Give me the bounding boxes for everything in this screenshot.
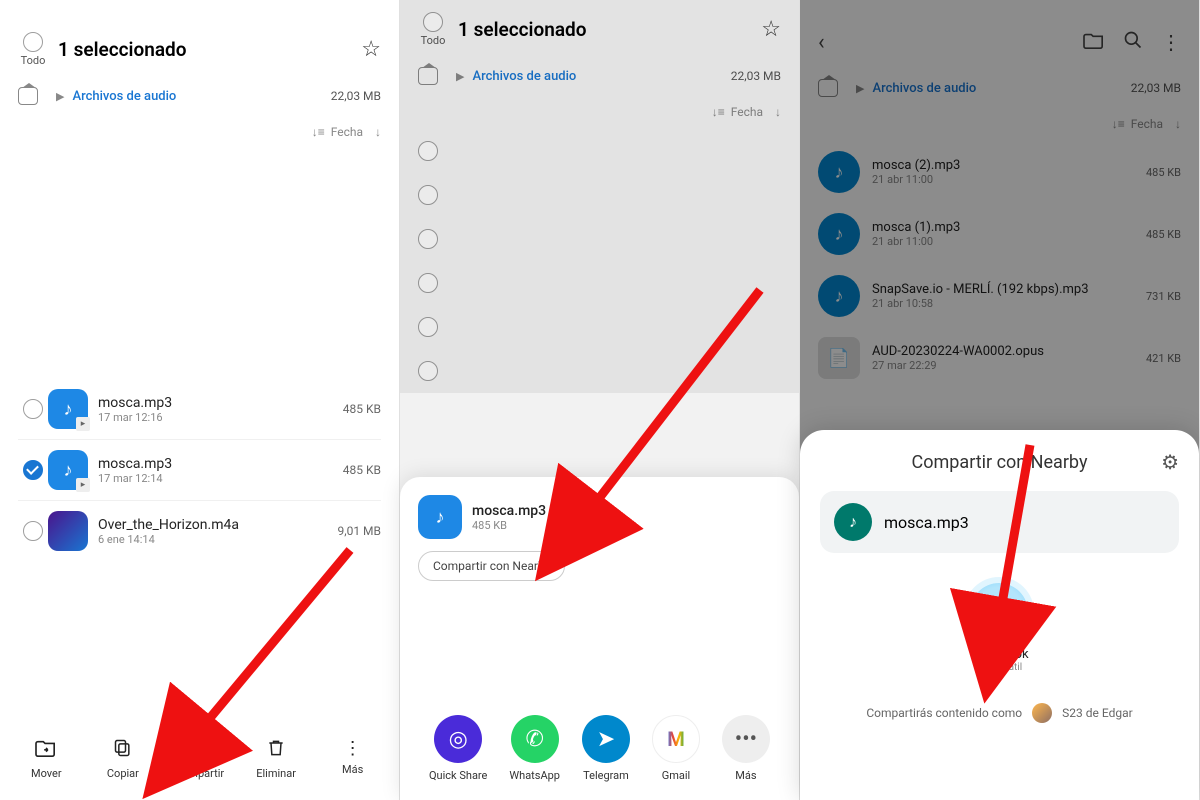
sort-label[interactable]: Fecha — [731, 105, 763, 119]
share-button[interactable]: Compartir — [169, 738, 229, 780]
nearby-device[interactable]: Matebook Tu portátil — [970, 583, 1028, 673]
file-checkbox[interactable] — [23, 521, 43, 541]
device-sub: Tu portátil — [977, 662, 1022, 673]
nearby-footer-label: Compartirás contenido como — [866, 706, 1022, 720]
sort-label[interactable]: Fecha — [331, 125, 363, 139]
file-name: mosca.mp3 — [98, 456, 343, 472]
telegram-app[interactable]: ➤ Telegram — [582, 715, 630, 782]
breadcrumb-caret-icon: ▶ — [456, 70, 464, 83]
sort-icon[interactable]: ↓≡ — [712, 105, 725, 119]
audio-file-icon: ♪ — [418, 495, 462, 539]
select-all-checkbox[interactable] — [23, 32, 43, 52]
sort-direction-icon[interactable]: ↓ — [375, 125, 381, 139]
device-name: Matebook — [970, 647, 1028, 662]
breadcrumb-caret-icon: ▶ — [56, 90, 64, 103]
file-checkbox[interactable] — [418, 317, 438, 337]
file-checkbox[interactable] — [418, 229, 438, 249]
nearby-file-name: mosca.mp3 — [884, 513, 969, 532]
whatsapp-icon: ✆ — [511, 715, 559, 763]
more-apps[interactable]: ••• Más — [722, 715, 770, 782]
move-button[interactable]: Mover — [16, 738, 76, 780]
trash-icon — [266, 738, 286, 763]
select-all-checkbox[interactable] — [423, 12, 443, 32]
favorite-icon[interactable]: ☆ — [361, 37, 381, 62]
move-icon — [35, 738, 57, 763]
audio-file-icon: ♪ — [48, 389, 88, 429]
file-size: 9,01 MB — [337, 524, 381, 538]
file-checkbox[interactable] — [23, 399, 43, 419]
file-row[interactable]: Over_the_Horizon.m4a 6 ene 14:14 9,01 MB — [18, 501, 381, 561]
share-file-name: mosca.mp3 — [472, 503, 546, 519]
selection-title: 1 seleccionado — [458, 18, 761, 41]
file-size: 485 KB — [343, 463, 381, 477]
file-date: 17 mar 12:14 — [98, 472, 343, 485]
action-bar: Mover Copiar Compartir Eliminar ⋮ Más — [0, 726, 399, 800]
more-button[interactable]: ⋮ Más — [323, 738, 383, 780]
file-manager-selection-panel: Todo 1 seleccionado ☆ ▶ Archivos de audi… — [0, 0, 400, 800]
file-checkbox[interactable] — [418, 141, 438, 161]
whatsapp-app[interactable]: ✆ WhatsApp — [509, 715, 560, 782]
media-file-icon — [48, 511, 88, 551]
gmail-icon: M — [652, 715, 700, 763]
file-row[interactable]: ♪ mosca.mp3 17 mar 12:14 485 KB — [18, 440, 381, 501]
delete-button[interactable]: Eliminar — [246, 738, 306, 780]
breadcrumb-link[interactable]: Archivos de audio — [72, 89, 176, 104]
audio-file-icon: ♪ — [48, 450, 88, 490]
file-checkbox[interactable] — [418, 361, 438, 381]
laptop-icon — [970, 583, 1028, 641]
share-icon — [189, 738, 209, 763]
nearby-share-chip[interactable]: Compartir con Nearby — [418, 551, 565, 581]
nearby-footer-user[interactable]: S23 de Edgar — [1062, 706, 1133, 720]
more-vertical-icon: ⋮ — [344, 738, 362, 759]
audio-file-icon: ♪ — [834, 503, 872, 541]
settings-icon[interactable]: ⚙ — [1161, 450, 1179, 474]
file-name: mosca.mp3 — [98, 395, 343, 411]
nearby-file-chip: ♪ mosca.mp3 — [820, 491, 1179, 553]
breadcrumb: ▶ Archivos de audio 22,03 MB — [400, 53, 799, 95]
share-sheet-panel: Todo 1 seleccionado ☆ ▶ Archivos de audi… — [400, 0, 800, 800]
home-folder-icon[interactable] — [18, 87, 38, 105]
file-checkbox[interactable] — [23, 460, 43, 480]
copy-button[interactable]: Copiar — [93, 738, 153, 780]
nearby-title: Compartir con Nearby — [820, 452, 1179, 473]
quick-share-app[interactable]: ◎ Quick Share — [429, 715, 487, 782]
more-horizontal-icon: ••• — [722, 715, 770, 763]
nearby-share-sheet: Compartir con Nearby ⚙ ♪ mosca.mp3 Mateb… — [800, 430, 1199, 800]
breadcrumb-link[interactable]: Archivos de audio — [472, 69, 576, 84]
sort-icon[interactable]: ↓≡ — [312, 125, 325, 139]
select-all-label: Todo — [421, 34, 446, 47]
file-checkbox[interactable] — [418, 273, 438, 293]
gmail-app[interactable]: M Gmail — [652, 715, 700, 782]
user-avatar[interactable] — [1032, 703, 1052, 723]
copy-icon — [113, 738, 133, 763]
select-all-label: Todo — [21, 54, 46, 67]
breadcrumb: ▶ Archivos de audio 22,03 MB — [0, 73, 399, 115]
breadcrumb-size: 22,03 MB — [331, 89, 381, 103]
file-row[interactable]: ♪ mosca.mp3 17 mar 12:16 485 KB — [18, 379, 381, 440]
file-name: Over_the_Horizon.m4a — [98, 517, 337, 533]
file-size: 485 KB — [343, 402, 381, 416]
quick-share-icon: ◎ — [434, 715, 482, 763]
nearby-share-panel: ‹ ⋮ ▶ Archivos de audio 22,03 MB ↓≡ Fech… — [800, 0, 1200, 800]
home-folder-icon[interactable] — [418, 67, 438, 85]
file-date: 17 mar 12:16 — [98, 411, 343, 424]
share-sheet: ♪ mosca.mp3 485 KB Compartir con Nearby … — [400, 477, 799, 800]
sort-direction-icon[interactable]: ↓ — [775, 105, 781, 119]
share-file-size: 485 KB — [472, 519, 546, 532]
file-checkbox[interactable] — [418, 185, 438, 205]
file-date: 6 ene 14:14 — [98, 533, 337, 546]
selection-title: 1 seleccionado — [58, 38, 361, 61]
telegram-icon: ➤ — [582, 715, 630, 763]
favorite-icon[interactable]: ☆ — [761, 17, 781, 42]
breadcrumb-size: 22,03 MB — [731, 69, 781, 83]
